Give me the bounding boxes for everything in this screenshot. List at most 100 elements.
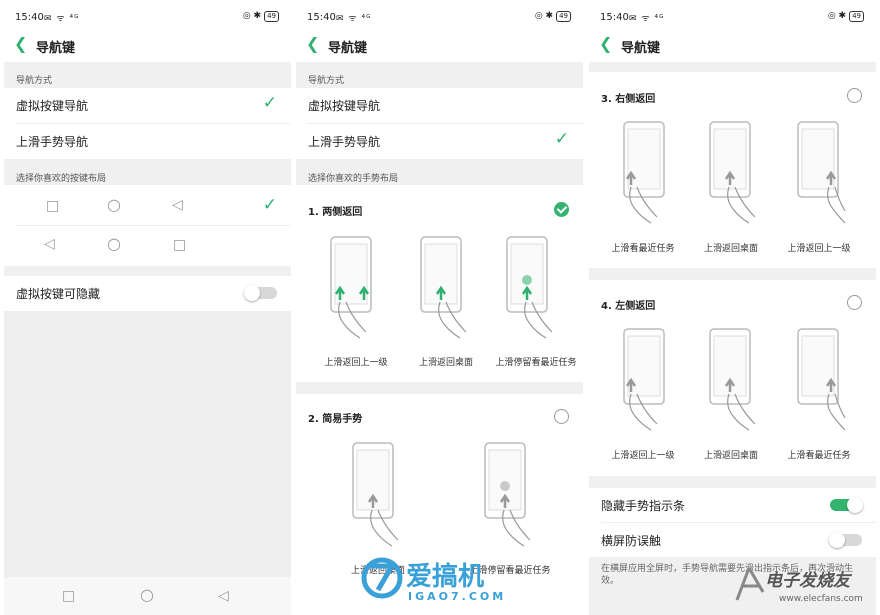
status-bar: 15:40 ✉ ᯤ ⁴ᴳ ◎ ✱ 49 <box>307 10 571 26</box>
panel-gesture-layout: 15:40 ✉ ᯤ ⁴ᴳ ◎ ✱ 49 ❮ 导航键 导航方式 虚拟按键导航 上滑手… <box>296 0 583 615</box>
status-bar: 15:40 ✉ ᯤ ⁴ᴳ ◎ ✱ 49 <box>15 10 279 26</box>
option-virtual-keys[interactable]: 虚拟按键导航 <box>296 88 583 122</box>
status-right-icons: ◎ ✱ 49 <box>535 11 571 22</box>
gesture-option-title: 4. 左侧返回 <box>601 301 656 312</box>
back-chevron-icon[interactable]: ❮ <box>14 34 27 53</box>
section-gap <box>296 382 583 394</box>
title-bar: ❮ 导航键 <box>296 30 583 60</box>
gesture-option-radio[interactable] <box>554 202 569 217</box>
option-gesture-nav[interactable]: 上滑手势导航 ✓ <box>296 124 583 158</box>
option-virtual-keys-label: 虚拟按键导航 <box>16 99 89 113</box>
igao7-logo-icon <box>361 557 403 599</box>
status-time: 15:40 <box>600 12 629 23</box>
gesture-caption: 上滑返回上一级 <box>324 358 388 368</box>
phone-illustration <box>420 236 467 339</box>
toggle-knob <box>829 532 845 548</box>
section-label-nav: 导航方式 <box>16 76 53 86</box>
empty-area <box>4 311 291 577</box>
gesture-caption: 上滑返回上一级 <box>787 244 851 254</box>
phone-illustration <box>623 328 665 431</box>
option-virtual-keys[interactable]: 虚拟按键导航 ✓ <box>4 88 291 122</box>
option-gesture-nav[interactable]: 上滑手势导航 <box>4 124 291 158</box>
gesture-option-radio[interactable] <box>847 88 862 103</box>
elecfans-logo-icon <box>735 567 765 601</box>
status-right-glyphs: ◎ ✱ <box>242 11 262 21</box>
circle-icon: ○ <box>107 195 121 214</box>
landscape-guard-toggle[interactable] <box>829 532 862 548</box>
back-triangle-icon: ◁ <box>172 197 183 213</box>
battery-icon: 49 <box>556 11 571 22</box>
back-triangle-icon: ◁ <box>44 236 55 252</box>
landscape-guard-row[interactable]: 横屏防误触 <box>589 523 876 557</box>
status-left-icons: ✉ ᯤ ⁴ᴳ <box>336 14 372 24</box>
checkmark-icon: ✓ <box>262 93 277 113</box>
square-icon: □ <box>173 237 187 253</box>
section-label-layout: 选择你喜欢的按键布局 <box>16 174 107 184</box>
section-label-layout: 选择你喜欢的手势布局 <box>308 174 399 184</box>
circle-icon[interactable]: ○ <box>140 587 154 603</box>
watermark-brand: 爱搞机 <box>406 562 485 592</box>
phone-illustration <box>623 121 665 224</box>
gesture-option-title: 2. 简易手势 <box>308 414 363 425</box>
watermark-brand: 电子发烧友 <box>765 571 850 591</box>
hide-keys-label: 虚拟按键可隐藏 <box>16 287 101 301</box>
option-gesture-nav-label: 上滑手势导航 <box>308 135 381 149</box>
key-layout-option-1[interactable]: □ ○ ◁ ✓ <box>4 187 291 225</box>
gesture-caption: 上滑返回桌面 <box>418 358 473 368</box>
section-gap <box>589 62 876 72</box>
gesture-option-radio[interactable] <box>554 409 569 424</box>
system-nav-bar: □ ○ ◁ <box>4 577 291 615</box>
option-virtual-keys-label: 虚拟按键导航 <box>308 99 381 113</box>
key-layout-option-2[interactable]: ◁ ○ □ <box>4 226 291 264</box>
back-triangle-icon[interactable]: ◁ <box>218 589 229 603</box>
section-gap <box>589 268 876 280</box>
status-right-icons: ◎ ✱ 49 <box>828 11 864 22</box>
status-right-glyphs: ◎ ✱ <box>534 11 554 21</box>
status-right-glyphs: ◎ ✱ <box>827 11 847 21</box>
gesture-caption: 上滑看最近任务 <box>787 451 851 461</box>
phone-illustration <box>709 121 756 224</box>
panel-virtual-keys: 15:40 ✉ ᯤ ⁴ᴳ ◎ ✱ 49 ❮ 导航键 导航方式 虚拟按键导航 ✓ 上… <box>4 0 291 615</box>
gesture-option-radio[interactable] <box>847 295 862 310</box>
section-gap <box>4 266 291 276</box>
back-chevron-icon[interactable]: ❮ <box>599 34 612 53</box>
phone-illustration <box>484 442 531 547</box>
hide-keys-toggle[interactable] <box>244 285 277 301</box>
toggle-knob <box>244 285 260 301</box>
status-bar: 15:40 ✉ ᯤ ⁴ᴳ ◎ ✱ 49 <box>600 10 864 26</box>
hide-gesture-bar-row[interactable]: 隐藏手势指示条 <box>589 488 876 522</box>
checkmark-icon: ✓ <box>262 195 277 215</box>
page-title: 导航键 <box>621 41 661 56</box>
panel-more-gestures: 15:40 ✉ ᯤ ⁴ᴳ ◎ ✱ 49 ❮ 导航键 3. 右侧返回 上滑看最近任务… <box>589 0 876 615</box>
phone-illustration <box>709 328 756 431</box>
battery-icon: 49 <box>264 11 279 22</box>
landscape-guard-label: 横屏防误触 <box>601 534 662 548</box>
hide-gesture-bar-label: 隐藏手势指示条 <box>601 499 686 513</box>
gesture-caption: 上滑返回桌面 <box>703 451 758 461</box>
phone-illustration <box>506 236 553 339</box>
gesture-option-title: 1. 两侧返回 <box>308 207 363 218</box>
gesture-option-title: 3. 右侧返回 <box>601 94 656 105</box>
battery-icon: 49 <box>849 11 864 22</box>
status-left-icons: ✉ ᯤ ⁴ᴳ <box>629 14 665 24</box>
status-left-icons: ✉ ᯤ ⁴ᴳ <box>44 14 80 24</box>
toggle-knob <box>847 497 863 513</box>
hide-keys-row[interactable]: 虚拟按键可隐藏 <box>4 276 291 310</box>
checkmark-icon: ✓ <box>554 129 569 149</box>
page-title: 导航键 <box>36 41 76 56</box>
back-chevron-icon[interactable]: ❮ <box>306 34 319 53</box>
status-time: 15:40 <box>307 12 336 23</box>
gesture-caption: 上滑看最近任务 <box>611 244 675 254</box>
title-bar: ❮ 导航键 <box>589 30 876 60</box>
hide-gesture-bar-toggle[interactable] <box>830 497 863 513</box>
watermark-domain: www.elecfans.com <box>779 594 863 604</box>
gesture-caption: 上滑返回桌面 <box>703 244 758 254</box>
section-gap <box>589 476 876 488</box>
phone-illustration <box>797 121 846 224</box>
page-title: 导航键 <box>328 41 368 56</box>
phone-illustration <box>352 442 399 547</box>
square-icon[interactable]: □ <box>62 589 75 603</box>
title-bar: ❮ 导航键 <box>4 30 291 60</box>
status-right-icons: ◎ ✱ 49 <box>243 11 279 22</box>
gesture-caption: 上滑停留看最近任务 <box>495 358 577 368</box>
